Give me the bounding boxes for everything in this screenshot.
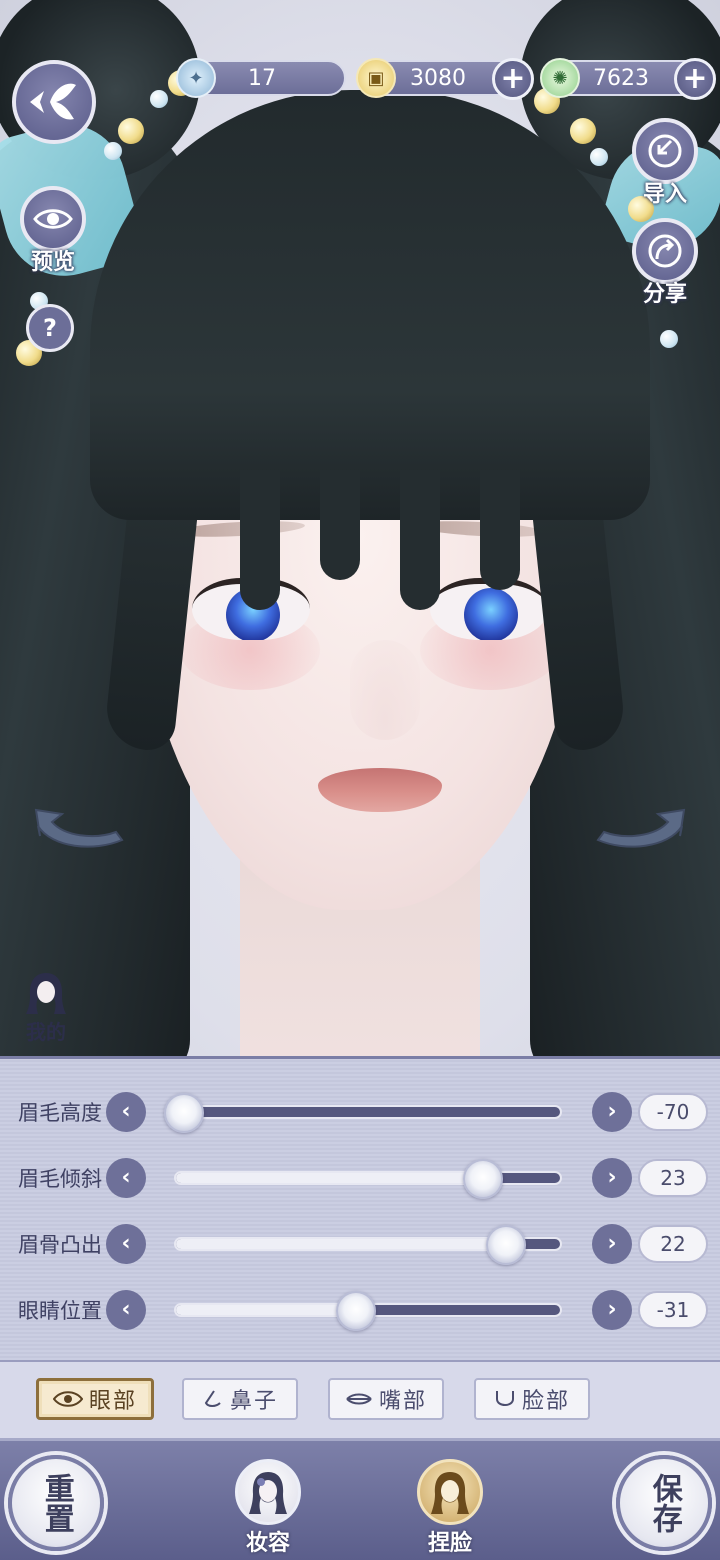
- slider-knob[interactable]: [336, 1291, 377, 1331]
- iris-right: [464, 588, 518, 640]
- help-button[interactable]: ?: [26, 304, 74, 352]
- copper-coin-icon: ▣: [356, 58, 396, 98]
- face-sculpt-label: 捏脸: [427, 1531, 472, 1556]
- share-button[interactable]: 分享: [632, 218, 698, 308]
- tab-mouth[interactable]: 嘴部: [328, 1378, 444, 1420]
- slider-value[interactable]: 22: [638, 1225, 708, 1263]
- slider-row: 眉毛倾斜 ‹ › 23: [0, 1153, 720, 1203]
- jade-value: 17: [248, 65, 276, 91]
- back-button[interactable]: [12, 60, 96, 144]
- slider-row: 眉毛高度 ‹ › -70: [0, 1087, 720, 1137]
- import-label: 导入: [642, 182, 687, 207]
- decrease-button[interactable]: ‹: [106, 1224, 146, 1264]
- hair-bead: [104, 142, 122, 160]
- decrease-button[interactable]: ‹: [106, 1092, 146, 1132]
- slider-knob[interactable]: [486, 1225, 527, 1265]
- hair-bead: [660, 330, 678, 348]
- slider-value[interactable]: -31: [638, 1291, 708, 1329]
- bottom-bar: 重置 妆容 捏脸 保存: [0, 1438, 720, 1560]
- jade-counter: ✦ 17: [176, 58, 346, 98]
- face-sculpt-button[interactable]: 捏脸: [410, 1459, 490, 1557]
- slider-knob[interactable]: [463, 1159, 504, 1199]
- my-presets-button[interactable]: 我的: [18, 970, 74, 1045]
- hair-bead: [150, 90, 168, 108]
- tab-label: 脸部: [521, 1389, 570, 1414]
- slider-track[interactable]: [174, 1291, 562, 1331]
- nose-icon: [204, 1390, 221, 1407]
- tab-nose[interactable]: 鼻子: [182, 1378, 298, 1420]
- increase-button[interactable]: ›: [592, 1158, 632, 1198]
- tab-label: 嘴部: [378, 1389, 427, 1414]
- eye-icon: [20, 186, 86, 252]
- spiral-token-icon: ✺: [540, 58, 580, 98]
- slider-fill: [176, 1173, 484, 1183]
- tab-label: 鼻子: [229, 1389, 278, 1414]
- tab-eyes[interactable]: 眼部: [36, 1378, 154, 1420]
- slider-row: 眼睛位置 ‹ › -31: [0, 1285, 720, 1335]
- rotate-left-icon[interactable]: [32, 796, 128, 866]
- face-sculpt-icon: [417, 1459, 483, 1525]
- add-tokens-button[interactable]: +: [674, 58, 716, 100]
- coin-value: 3080: [410, 65, 466, 91]
- character-nose: [350, 640, 420, 740]
- import-button[interactable]: 导入: [632, 118, 698, 208]
- help-label: ?: [43, 314, 57, 342]
- share-label: 分享: [642, 282, 687, 307]
- bang-strand: [400, 470, 440, 610]
- bang-strand: [480, 470, 520, 590]
- coin-counter: ▣ 3080 +: [356, 58, 534, 100]
- decrease-button[interactable]: ‹: [106, 1158, 146, 1198]
- eye-icon: [52, 1391, 83, 1407]
- makeup-label: 妆容: [245, 1531, 290, 1556]
- mouth-icon: [346, 1393, 372, 1405]
- makeup-button[interactable]: 妆容: [228, 1459, 308, 1557]
- increase-button[interactable]: ›: [592, 1224, 632, 1264]
- slider-track[interactable]: [174, 1159, 562, 1199]
- increase-button[interactable]: ›: [592, 1092, 632, 1132]
- slider-value[interactable]: 23: [638, 1159, 708, 1197]
- hair-bead: [118, 118, 144, 144]
- slider-label: 眉毛倾斜: [18, 1167, 102, 1191]
- bang-strand: [320, 470, 360, 580]
- import-icon: [632, 118, 698, 184]
- slider-panel: 眉毛高度 ‹ › -70 眉毛倾斜 ‹ › 23 眉骨凸出 ‹ › 22 眼睛位…: [0, 1056, 720, 1360]
- slider-track[interactable]: [174, 1225, 562, 1265]
- jade-coin-icon: ✦: [176, 58, 216, 98]
- slider-label: 眉骨凸出: [18, 1233, 102, 1257]
- tab-face[interactable]: 脸部: [474, 1378, 590, 1420]
- slider-fill: [176, 1239, 507, 1249]
- add-coins-button[interactable]: +: [492, 58, 534, 100]
- tab-label: 眼部: [88, 1389, 137, 1414]
- reset-label: 重置: [38, 1473, 74, 1533]
- slider-value[interactable]: -70: [638, 1093, 708, 1131]
- save-label: 保存: [646, 1473, 682, 1533]
- preview-label: 预览: [30, 250, 75, 275]
- reset-button[interactable]: 重置: [8, 1455, 104, 1551]
- slider-label: 眼睛位置: [18, 1299, 102, 1323]
- hair-bead: [590, 148, 608, 166]
- slider-label: 眉毛高度: [18, 1101, 102, 1125]
- mine-label: 我的: [26, 1020, 66, 1044]
- save-button[interactable]: 保存: [616, 1455, 712, 1551]
- bang-strand: [240, 470, 280, 610]
- slider-track[interactable]: [163, 1093, 562, 1133]
- token-value: 7623: [593, 65, 649, 91]
- girl-avatar-icon: [26, 973, 66, 1014]
- character-preview[interactable]: [0, 0, 720, 1056]
- decrease-button[interactable]: ‹: [106, 1290, 146, 1330]
- slider-fill: [176, 1305, 357, 1315]
- hair-bead: [570, 118, 596, 144]
- share-icon: [632, 218, 698, 284]
- slider-knob[interactable]: [163, 1093, 204, 1133]
- category-tabs: 眼部 鼻子 嘴部 脸部: [0, 1360, 720, 1438]
- rotate-right-icon[interactable]: [592, 796, 688, 866]
- token-counter: ✺ 7623 +: [540, 58, 716, 100]
- preview-button[interactable]: 预览: [20, 186, 86, 276]
- butterfly-back-icon: [30, 83, 76, 120]
- makeup-icon: [235, 1459, 301, 1525]
- increase-button[interactable]: ›: [592, 1290, 632, 1330]
- face-icon: [495, 1391, 514, 1406]
- slider-row: 眉骨凸出 ‹ › 22: [0, 1219, 720, 1269]
